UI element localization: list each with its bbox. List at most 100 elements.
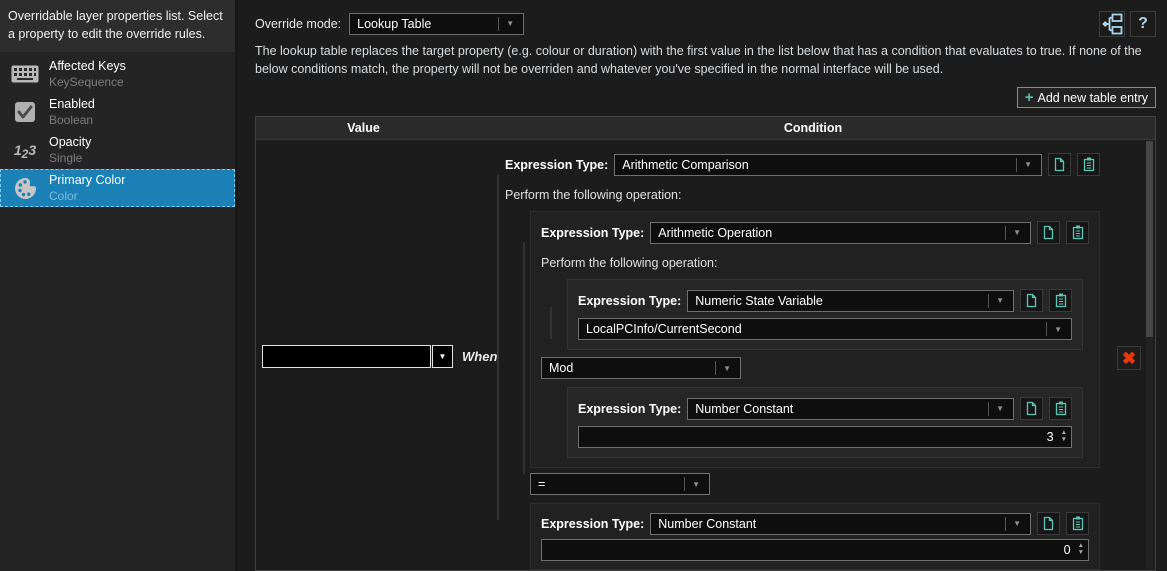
copy-icon <box>1026 402 1037 416</box>
chevron-down-icon: ▼ <box>1024 160 1032 170</box>
property-type: Boolean <box>49 112 94 127</box>
color-swatch-frame <box>262 345 431 369</box>
when-label: When <box>462 349 498 365</box>
sidebar-item-affected-keys[interactable]: Affected Keys KeySequence <box>0 55 235 93</box>
copy-expression-button[interactable] <box>1020 397 1043 421</box>
expression-row: Expression Type: Arithmetic Operation ▼ <box>541 221 1089 245</box>
plus-icon: + <box>1024 89 1034 107</box>
state-variable-select[interactable]: LocalPCInfo/CurrentSecond ▼ <box>578 318 1072 341</box>
spinner-arrows[interactable]: ▲ ▼ <box>1078 543 1084 557</box>
property-list: Affected Keys KeySequence Enabled Boolea… <box>0 52 235 208</box>
chevron-down-icon: ▼ <box>438 352 447 362</box>
add-table-entry-button[interactable]: + Add new table entry <box>1016 87 1156 109</box>
tree-guide <box>550 307 552 340</box>
chevron-down-icon: ▼ <box>996 404 1004 414</box>
expression-panel-arithmetic-operation: Expression Type: Arithmetic Operation ▼ … <box>530 211 1100 469</box>
copy-expression-button[interactable] <box>1020 289 1043 313</box>
expression-type-select[interactable]: Numeric State Variable ▼ <box>687 289 1014 312</box>
comparison-operator-select[interactable]: = ▼ <box>530 473 710 496</box>
layer-override-editor: Overridable layer properties list. Selec… <box>0 0 1167 571</box>
help-icon: ? <box>1138 14 1148 32</box>
sidebar-item-enabled[interactable]: Enabled Boolean <box>0 93 235 131</box>
keyboard-icon <box>9 65 41 83</box>
copy-expression-button[interactable] <box>1037 221 1060 245</box>
palette-icon <box>9 177 41 200</box>
delete-icon: ✖ <box>1121 348 1137 368</box>
number-constant-input[interactable]: 3 ▲ ▼ <box>578 426 1072 449</box>
table-header: Value Condition <box>256 117 1155 141</box>
paste-expression-button[interactable] <box>1066 221 1089 245</box>
number-constant-input[interactable]: 0 ▲ ▼ <box>541 539 1089 562</box>
copy-expression-button[interactable] <box>1037 512 1060 536</box>
property-name: Affected Keys <box>49 59 126 74</box>
delete-entry-button[interactable]: ✖ <box>1117 346 1141 371</box>
paste-icon <box>1083 157 1094 172</box>
property-name: Enabled <box>49 97 95 112</box>
expression-type-select[interactable]: Arithmetic Comparison ▼ <box>614 153 1042 176</box>
paste-icon <box>1055 293 1066 308</box>
scrollbar-thumb[interactable] <box>1146 141 1153 338</box>
copy-expression-button[interactable] <box>1048 153 1071 177</box>
sidebar-item-opacity[interactable]: 123 Opacity Single <box>0 131 235 169</box>
expression-type-select[interactable]: Number Constant ▼ <box>687 397 1014 420</box>
chevron-down-icon: ▼ <box>692 479 700 489</box>
numbers-icon: 123 <box>13 142 37 162</box>
expression-row: Expression Type: Number Constant ▼ <box>541 512 1089 536</box>
property-type: KeySequence <box>49 74 124 89</box>
expression-type-select[interactable]: Arithmetic Operation ▼ <box>650 221 1031 244</box>
spinner-down-icon: ▼ <box>1060 436 1067 444</box>
table-scrollbar <box>1146 141 1153 569</box>
table-row: ▼ When ✖ Expression Type: Arithmetic Com… <box>256 140 1155 570</box>
color-picker-dropdown[interactable]: ▼ <box>432 345 453 369</box>
expression-panel-state-variable: Expression Type: Numeric State Variable … <box>567 279 1083 351</box>
lookup-table: Value Condition ▼ When ✖ Expression Type… <box>255 116 1156 571</box>
override-mode-label: Override mode: <box>255 16 342 31</box>
sidebar-item-primary-color[interactable]: Primary Color Color <box>0 169 235 208</box>
expression-panel-number-constant: Expression Type: Number Constant ▼ 3 ▲ ▼ <box>567 387 1083 459</box>
property-name: Primary Color <box>49 173 126 188</box>
paste-icon <box>1072 516 1083 531</box>
node-tree-icon <box>1102 13 1123 34</box>
chevron-down-icon: ▼ <box>1054 324 1062 334</box>
expression-row: Expression Type: Arithmetic Comparison ▼ <box>505 153 1100 177</box>
paste-expression-button[interactable] <box>1049 289 1072 313</box>
perform-operation-label: Perform the following operation: <box>541 256 718 271</box>
chevron-down-icon: ▼ <box>506 19 515 28</box>
copy-icon <box>1043 226 1054 240</box>
help-button[interactable]: ? <box>1130 10 1156 37</box>
chevron-down-icon: ▼ <box>1013 228 1021 238</box>
condition-editor: Expression Type: Arithmetic Comparison ▼… <box>497 140 1100 570</box>
paste-expression-button[interactable] <box>1066 512 1089 536</box>
operator-select[interactable]: Mod ▼ <box>541 357 741 380</box>
paste-expression-button[interactable] <box>1049 397 1072 421</box>
chevron-down-icon: ▼ <box>723 363 731 373</box>
column-header-value: Value <box>347 121 380 136</box>
properties-sidebar: Overridable layer properties list. Selec… <box>0 0 238 571</box>
expression-row: Expression Type: Number Constant ▼ <box>578 397 1072 421</box>
tree-guide <box>523 242 525 475</box>
paste-icon <box>1055 401 1066 416</box>
spinner-down-icon: ▼ <box>1077 549 1084 557</box>
lookup-table-description: The lookup table replaces the target pro… <box>255 44 1142 77</box>
copy-icon <box>1054 158 1065 172</box>
perform-operation-label: Perform the following operation: <box>505 188 682 203</box>
paste-expression-button[interactable] <box>1077 153 1100 177</box>
checkbox-icon <box>9 101 41 123</box>
spinner-arrows[interactable]: ▲ ▼ <box>1061 430 1067 444</box>
node-tree-button[interactable] <box>1099 10 1125 37</box>
column-header-condition: Condition <box>783 121 843 136</box>
property-name: Opacity <box>49 135 92 150</box>
expression-row: Expression Type: Numeric State Variable … <box>578 289 1072 313</box>
sidebar-instructions: Overridable layer properties list. Selec… <box>0 0 235 53</box>
expression-panel-number-constant: Expression Type: Number Constant ▼ 0 ▲ ▼ <box>530 503 1100 570</box>
tree-guide <box>497 175 499 521</box>
topbar: Override mode: Lookup Table ▼ ? <box>255 0 1156 40</box>
chevron-down-icon: ▼ <box>1013 519 1021 529</box>
override-mode-select[interactable]: Lookup Table ▼ <box>349 12 525 35</box>
copy-icon <box>1026 294 1037 308</box>
copy-icon <box>1043 517 1054 531</box>
paste-icon <box>1072 225 1083 240</box>
property-type: Single <box>49 150 83 165</box>
expression-type-select[interactable]: Number Constant ▼ <box>650 512 1031 535</box>
color-picker[interactable]: ▼ <box>262 345 453 369</box>
